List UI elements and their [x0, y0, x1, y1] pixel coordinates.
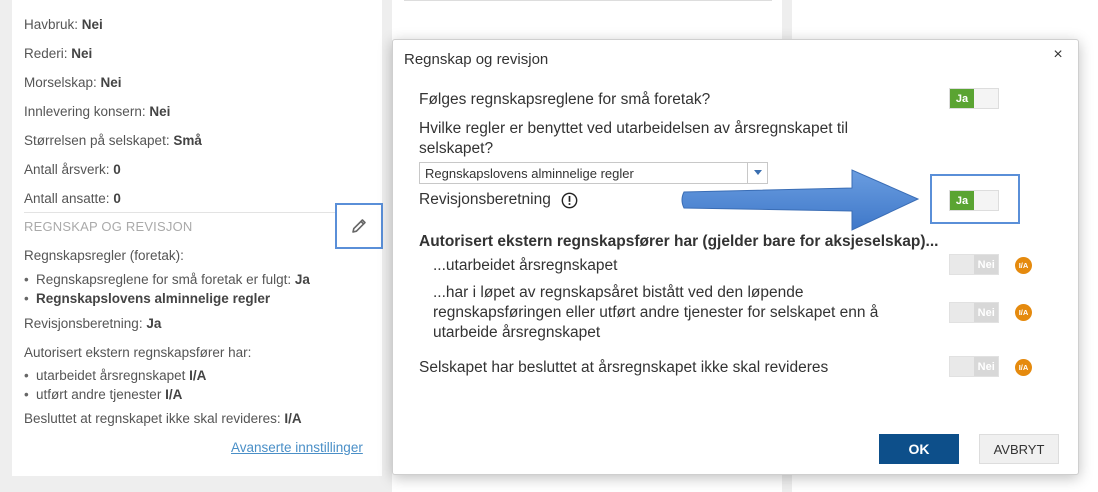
summary-row-havbruk: Havbruk: Nei — [24, 17, 103, 32]
close-icon[interactable]: × — [1050, 46, 1066, 63]
info-icon[interactable] — [561, 192, 578, 209]
list-item: Regnskapsreglene for små foretak er fulg… — [24, 272, 310, 287]
pencil-icon — [352, 219, 366, 233]
regnskap-dialog: Regnskap og revisjon × Følges regnskapsr… — [392, 39, 1079, 475]
question-regler: Hvilke regler er benyttet ved utarbeidel… — [419, 120, 849, 157]
summary-row-rederi: Rederi: Nei — [24, 46, 93, 61]
besluttet-row: Besluttet at regnskapet ikke skal revide… — [24, 411, 302, 426]
edit-button[interactable] — [335, 203, 383, 249]
question-utarbeidet: ...utarbeidet årsregnskapet — [433, 257, 618, 274]
toggle-sma-foretak[interactable]: Ja — [949, 88, 999, 109]
ia-badge: I/A — [1015, 304, 1032, 321]
cancel-button[interactable]: AVBRYT — [979, 434, 1059, 464]
question-revisjonsberetning: Revisjonsberetning — [419, 191, 551, 208]
revisjon-row: Revisjonsberetning: Ja — [24, 316, 162, 331]
summary-row-ansatte: Antall ansatte: 0 — [24, 191, 121, 206]
annotation-arrow — [681, 169, 920, 231]
autorisert-label: Autorisert ekstern regnskapsfører har: — [24, 345, 252, 360]
question-ikke-revideres: Selskapet har besluttet at årsregnskapet… — [419, 359, 829, 376]
list-item: Regnskapslovens alminnelige regler — [24, 291, 270, 306]
section-divider — [24, 212, 382, 213]
list-item: utført andre tjenester I/A — [24, 387, 182, 402]
toggle-bistatt[interactable]: Nei — [949, 302, 999, 323]
regnskapsregler-label: Regnskapsregler (foretak): — [24, 248, 184, 263]
toggle-ikke-revideres[interactable]: Nei — [949, 356, 999, 377]
question-bistatt: ...har i løpet av regnskapsåret bistått … — [433, 284, 879, 341]
regler-select-value: Regnskapslovens alminnelige regler — [425, 166, 634, 181]
ok-button[interactable]: OK — [879, 434, 959, 464]
advanced-settings-link[interactable]: Avanserte innstillinger — [231, 440, 363, 455]
dialog-title: Regnskap og revisjon — [404, 51, 549, 68]
ia-badge: I/A — [1015, 359, 1032, 376]
list-item: utarbeidet årsregnskapet I/A — [24, 368, 206, 383]
ia-badge: I/A — [1015, 257, 1032, 274]
summary-row-innlevering-konsern: Innlevering konsern: Nei — [24, 104, 171, 119]
question-sma-foretak: Følges regnskapsreglene for små foretak? — [419, 91, 711, 108]
summary-row-storrelse: Størrelsen på selskapet: Små — [24, 133, 202, 148]
section-title: REGNSKAP OG REVISJON — [24, 219, 193, 234]
summary-row-morselskap: Morselskap: Nei — [24, 75, 122, 90]
highlight-box — [930, 174, 1020, 224]
summary-panel: Havbruk: Nei Rederi: Nei Morselskap: Nei… — [12, 0, 383, 476]
summary-row-arsverk: Antall årsverk: 0 — [24, 162, 121, 177]
toggle-utarbeidet[interactable]: Nei — [949, 254, 999, 275]
